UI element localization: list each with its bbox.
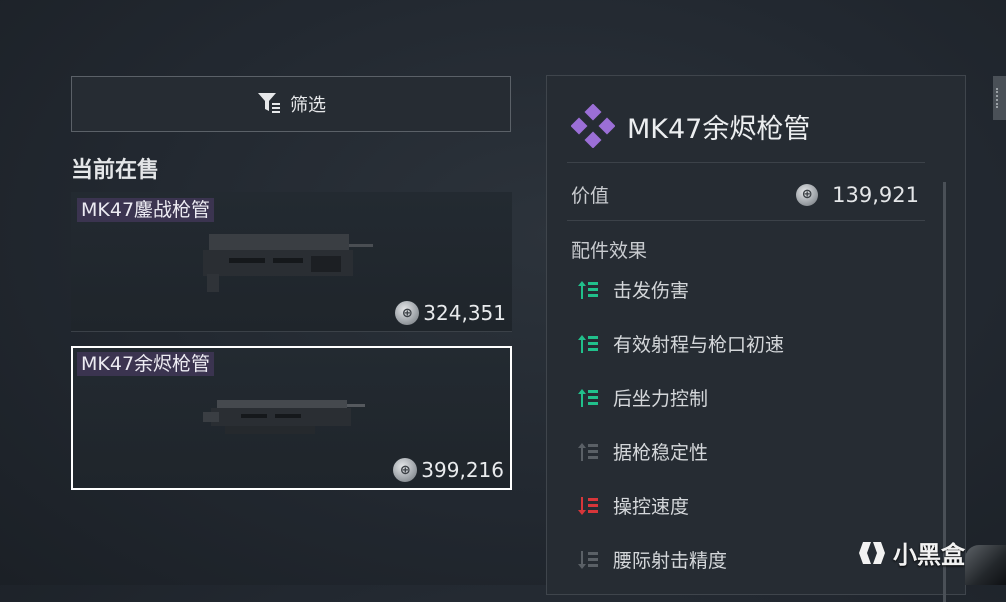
detail-item-name: MK47余烬枪管	[627, 113, 811, 145]
effects-title: 配件效果	[571, 240, 648, 262]
effect-row: 操控速度	[577, 492, 689, 519]
listing-name: MK47鏖战枪管	[77, 198, 215, 222]
stat-up-icon	[578, 334, 598, 353]
divider	[567, 220, 925, 221]
filter-icon	[256, 90, 282, 119]
stat-up-icon	[578, 388, 598, 407]
stat-down-icon	[578, 496, 598, 515]
value-label: 价值	[571, 185, 610, 207]
stat-neutral-icon	[578, 442, 598, 461]
weapon-barrel-image	[203, 400, 365, 434]
currency-coin-icon: ⊕	[796, 183, 819, 206]
item-detail-panel: MK47余烬枪管 价值 ⊕ 139,921 配件效果 击发伤害 有效射程与枪口初…	[546, 75, 966, 602]
listing-name: MK47余烬枪管	[77, 352, 215, 376]
stat-up-icon	[578, 280, 598, 299]
value-amount: 139,921	[832, 182, 919, 207]
stat-neutral-icon	[578, 550, 598, 569]
effect-row: 腰际射击精度	[577, 546, 727, 573]
value-row: 价值 ⊕ 139,921	[571, 181, 919, 208]
effect-row: 后坐力控制	[577, 384, 708, 411]
corner-decoration	[965, 545, 1006, 585]
filter-label: 筛选	[290, 95, 326, 116]
detail-title: MK47余烬枪管	[571, 104, 810, 148]
divider	[567, 162, 925, 163]
filter-button[interactable]: 筛选	[71, 76, 511, 132]
weapon-barrel-image	[203, 234, 373, 292]
listing-card[interactable]: MK47鏖战枪管 ⊕ 324,351	[71, 192, 512, 332]
listing-card-selected[interactable]: MK47余烬枪管 ⊕ 399,216	[71, 346, 512, 490]
currency-coin-icon: ⊕	[395, 301, 420, 325]
side-handle[interactable]	[993, 76, 1006, 120]
effect-row: 击发伤害	[577, 276, 689, 303]
rarity-diamond-icon	[571, 104, 615, 148]
effect-row: 据枪稳定性	[577, 438, 708, 465]
currency-coin-icon: ⊕	[393, 458, 418, 482]
listing-price: ⊕ 324,351	[395, 301, 506, 325]
watermark: 小黑盒	[857, 535, 965, 570]
section-title: 当前在售	[71, 158, 160, 183]
listing-price: ⊕ 399,216	[393, 458, 504, 482]
heybox-logo-icon	[859, 541, 885, 564]
effect-row: 有效射程与枪口初速	[577, 330, 784, 357]
